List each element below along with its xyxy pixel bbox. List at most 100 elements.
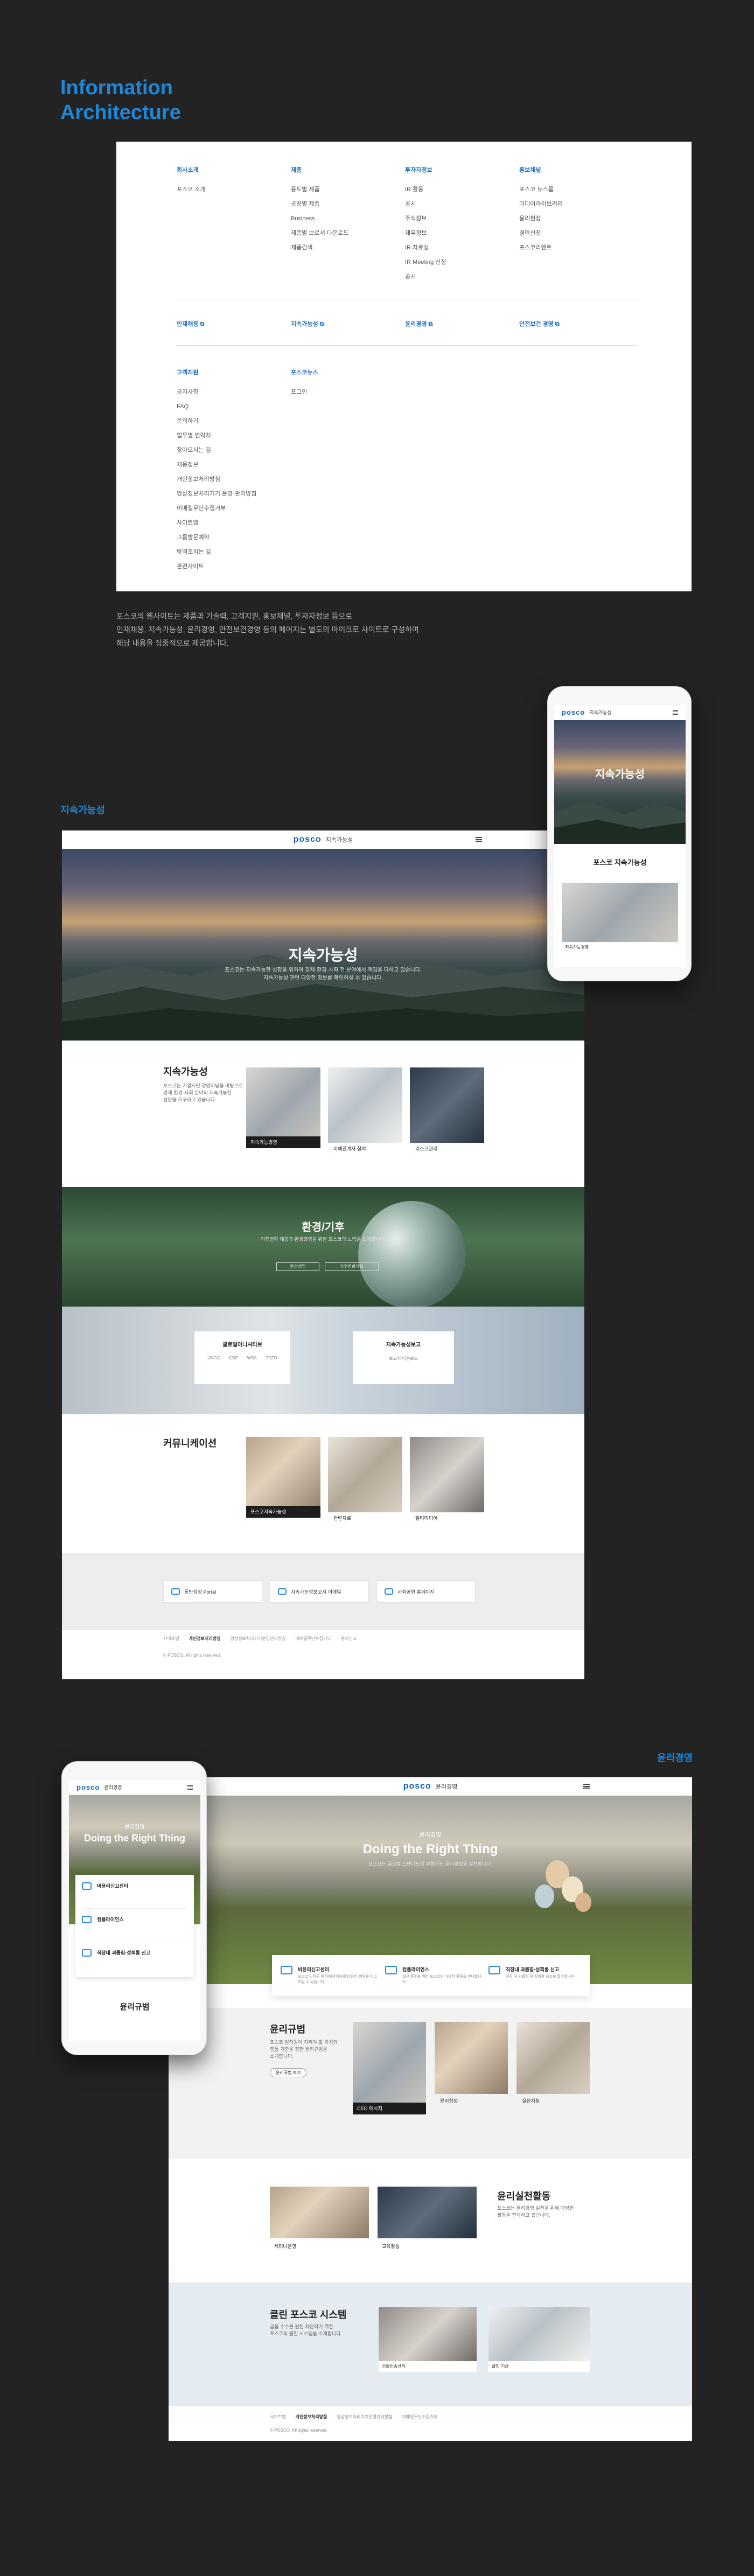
ia-column-title: 포스코뉴스 xyxy=(291,369,318,376)
card-photo[interactable] xyxy=(435,2022,508,2094)
handshake-icon xyxy=(171,1588,180,1595)
report-item[interactable]: WSA xyxy=(247,1356,257,1360)
icon-box[interactable]: 직장내 괴롭힘·성희롱 신고 직장 내 괴롭힘 및 성희롱 신고를 접수합니다. xyxy=(488,1966,585,1980)
hero-kicker: 윤리경영 xyxy=(419,1832,442,1838)
posco-logo[interactable]: posco xyxy=(76,1783,100,1791)
posco-logo[interactable]: posco xyxy=(403,1782,431,1791)
card-photo[interactable] xyxy=(328,1067,402,1143)
hero-banner: 지속가능성 포스코는 지속가능한 성장을 위하여 경제·환경·사회 전 분야에서… xyxy=(62,849,584,1041)
posco-logo[interactable]: posco xyxy=(562,708,585,716)
card-caption[interactable]: 세미나운영 xyxy=(274,2243,296,2250)
ia-item: 주식정보 xyxy=(405,215,427,222)
card-photo[interactable] xyxy=(328,1437,402,1512)
ia-description-line: 인재채용, 지속가능성, 윤리경영, 안전보건경영 등의 페이지는 별도의 마이… xyxy=(116,625,419,634)
card-caption[interactable]: 교육활동 xyxy=(382,2243,400,2250)
icon-box[interactable]: 비윤리신고센터 포스코 임직원 및 이해관계자의 비윤리 행위를 신고하실 수 있… xyxy=(281,1966,378,1985)
ia-title-line1: Information xyxy=(60,76,173,99)
ia-column-title: 투자자정보 xyxy=(405,167,432,173)
card-caption[interactable]: 포스코지속가능성 xyxy=(246,1506,320,1518)
icon-box[interactable]: 컴플라이언스 xyxy=(82,1916,124,1923)
icon-box-text: 직장 내 괴롭힘 및 성희롱 신고를 접수합니다. xyxy=(506,1975,576,1979)
ia-item: 공지사항 xyxy=(177,389,199,395)
section-text: 금품 수수를 원천 차단하기 위한 포스코의 클린 시스템을 소개합니다. xyxy=(270,2323,342,2337)
footer-link[interactable]: 개인정보처리방침 xyxy=(188,1636,220,1642)
report-card[interactable]: 지속가능성보고 보고서 다운로드 xyxy=(353,1331,454,1384)
footer-link[interactable]: 이메일무단수집거부 xyxy=(402,2414,437,2420)
text-line: 행동 기준을 정한 윤리규범을 xyxy=(270,2047,327,2052)
card-caption[interactable]: 이해관계자 참여 xyxy=(333,1145,366,1152)
sustainability-desktop-page: posco 지속가능성 지속가능성 포스코는 지속가능한 성장을 위하여 경제·… xyxy=(62,830,584,1679)
mobile-card-caption[interactable]: 지속가능경영 xyxy=(562,942,678,953)
env-title: 환경/기후 xyxy=(302,1221,345,1233)
quick-link[interactable]: 사회공헌 홈페이지 xyxy=(376,1580,476,1603)
section-text: 포스코 임직원이 지켜야 할 가치와 행동 기준을 정한 윤리규범을 소개합니다… xyxy=(270,2039,338,2060)
rules-button[interactable]: 윤리규범 보기 xyxy=(270,2068,307,2077)
card-caption[interactable]: 리스크관리 xyxy=(415,1145,437,1152)
menu-icon[interactable] xyxy=(583,1784,590,1789)
report-item[interactable]: 보고서 다운로드 xyxy=(361,1356,445,1362)
menu-icon[interactable] xyxy=(187,1785,193,1790)
quick-links: 동반성장 Portal 지속가능성보고서 이메일 사회공헌 홈페이지 xyxy=(62,1553,584,1630)
card-caption[interactable]: 관련자료 xyxy=(333,1514,351,1521)
card-photo[interactable] xyxy=(410,1067,484,1143)
ia-item: 포그인 xyxy=(291,389,308,395)
mobile-section-title: 포스코 지속가능성 xyxy=(593,858,647,867)
footer-link[interactable]: 사이트맵 xyxy=(163,1636,179,1642)
env-subtitle: 기후변화 대응과 환경경영을 위한 포스코의 노력을 소개합니다. xyxy=(260,1237,386,1242)
ia-description: 포스코의 웹사이트는 제품과 기술력, 고객지원, 홍보채널, 투자자정보 등으… xyxy=(116,610,419,650)
report-card-title: 글로벌이니셔티브 xyxy=(222,1342,262,1348)
icon-box[interactable]: 컴플라이언스 법규 준수를 위한 포스코의 다양한 활동을 안내합니다. xyxy=(385,1966,482,1985)
hero-subtitle-line: 지속가능성 관련 다양한 정보를 확인하실 수 있습니다. xyxy=(263,975,383,981)
report-item[interactable]: TCFD xyxy=(266,1356,277,1360)
report-item[interactable]: UNGC xyxy=(207,1356,220,1360)
posco-logo[interactable]: posco xyxy=(294,835,322,844)
card-caption[interactable]: CEO 메시지 xyxy=(353,2103,426,2114)
card-photo[interactable] xyxy=(516,2022,590,2094)
footer-link[interactable]: 이메일무단수집거부 xyxy=(295,1636,331,1642)
card-photo[interactable] xyxy=(378,2187,477,2238)
mobile-card-photo[interactable] xyxy=(562,883,678,942)
ia-item: 사이트맵 xyxy=(177,520,199,526)
card-caption[interactable]: 윤리헌장 xyxy=(440,2097,458,2104)
footer-link[interactable]: 사이트맵 xyxy=(270,2414,285,2420)
ia-item: 개인정보처리방침 xyxy=(177,476,220,483)
ia-item: 채용정보 xyxy=(177,462,199,468)
ia-column-support: 고객지원 공지사항 FAQ 문의하기 업무별 연락처 찾아오시는 길 채용정보 … xyxy=(177,368,256,574)
menu-icon[interactable] xyxy=(476,837,482,842)
ia-item: 포스코 소개 xyxy=(177,186,206,193)
card-caption[interactable]: 멀티미디어 xyxy=(415,1514,437,1521)
ia-link-recruit: 인재채용 ⧉ xyxy=(177,321,205,327)
mobile-gnb: posco 지속가능성 xyxy=(554,705,686,720)
ia-item: FAQ xyxy=(177,403,189,410)
text-line: 경제·환경·사회 분야의 지속가능한 xyxy=(163,1090,232,1095)
card-photo[interactable] xyxy=(379,2307,477,2361)
menu-icon[interactable] xyxy=(673,710,678,715)
footer-link[interactable]: 영상정보처리기기운영관리방침 xyxy=(230,1636,285,1642)
env-button[interactable]: 환경경영 xyxy=(276,1262,319,1271)
report-card-title: 지속가능성보고 xyxy=(386,1342,421,1348)
card-caption[interactable]: 실천지침 xyxy=(522,2097,540,2104)
card-photo[interactable] xyxy=(410,1437,484,1512)
icon-box[interactable]: 직장내 괴롭힘·성희롱 신고 xyxy=(82,1949,150,1957)
footer-link[interactable]: 윤리신고 xyxy=(341,1636,357,1642)
icon-box-title: 컴플라이언스 xyxy=(97,1917,124,1922)
card-photo[interactable] xyxy=(270,2187,369,2238)
icon-box[interactable]: 비윤리신고센터 xyxy=(82,1882,128,1890)
climate-button[interactable]: 기후변화대응 xyxy=(325,1262,379,1271)
report-item[interactable]: CDP xyxy=(229,1356,238,1360)
quick-link[interactable]: 동반성장 Portal xyxy=(163,1580,262,1603)
practice-section: 세미나운영 교육활동 윤리실천활동 포스코는 윤리경영 실천을 위해 다양한 활… xyxy=(169,2159,692,2282)
ia-item: 영상정보처리기기 운영·관리방침 xyxy=(177,491,257,497)
card-photo[interactable] xyxy=(488,2307,590,2361)
card-caption[interactable]: 클린 기금 xyxy=(488,2361,590,2372)
footer-link[interactable]: 개인정보처리방침 xyxy=(295,2414,327,2420)
ia-column-title: 홍보채널 xyxy=(519,167,541,173)
report-card[interactable]: 글로벌이니셔티브 UNGC CDP WSA TCFD xyxy=(194,1331,290,1384)
quick-link[interactable]: 지속가능성보고서 이메일 xyxy=(270,1580,369,1603)
card-photo[interactable] xyxy=(353,2022,426,2114)
card-caption[interactable]: 지속가능경영 xyxy=(246,1136,320,1148)
ia-item: 용도별 제품 xyxy=(291,186,320,193)
footer-link[interactable]: 영상정보처리기기운영관리방침 xyxy=(337,2414,392,2420)
megaphone-icon xyxy=(281,1966,292,1974)
card-caption[interactable]: 선물반송센터 xyxy=(379,2361,477,2372)
